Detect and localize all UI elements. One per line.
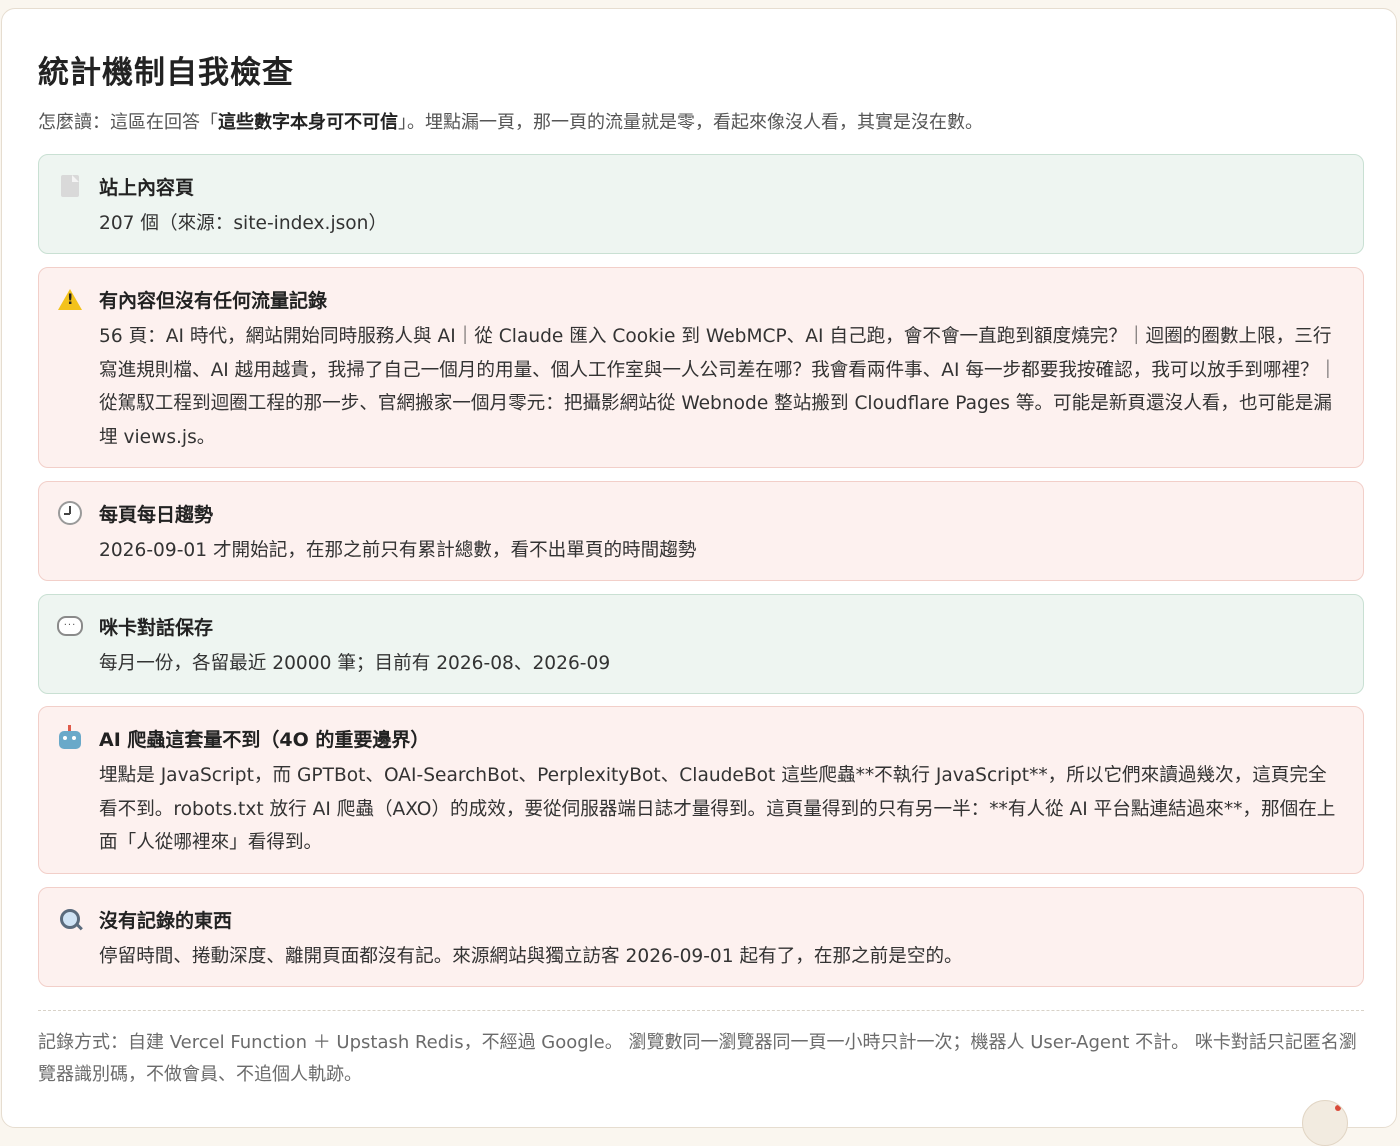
card-heading: 有內容但沒有任何流量記錄 (99, 290, 328, 312)
self-check-panel: 統計機制自我檢查 怎麼讀：這區在回答「這些數字本身可不可信」。埋點漏一頁，那一頁… (1, 8, 1397, 1128)
check-card-daily-trend: 每頁每日趨勢 2026-09-01 才開始記，在那之前只有累計總數，看不出單頁的… (38, 481, 1364, 581)
card-body: 56 頁：AI 時代，網站開始同時服務人與 AI｜從 Claude 匯入 Coo… (99, 326, 1338, 448)
chat-assistant-avatar[interactable] (1302, 1100, 1348, 1146)
intro-suffix: 」。埋點漏一頁，那一頁的流量就是零，看起來像沒人看，其實是沒在數。 (398, 112, 983, 133)
check-card-no-traffic: 有內容但沒有任何流量記錄 56 頁：AI 時代，網站開始同時服務人與 AI｜從 … (38, 267, 1364, 468)
check-card-not-recorded: 沒有記錄的東西 停留時間、捲動深度、離開頁面都沒有記。來源網站與獨立訪客 202… (38, 887, 1364, 987)
speech-bubble-icon: ··· (57, 613, 83, 639)
warning-icon (57, 286, 83, 312)
check-card-chat-storage: ··· 咪卡對話保存 每月一份，各留最近 20000 筆；目前有 2026-08… (38, 594, 1364, 694)
card-body: 207 個（來源：site-index.json） (99, 213, 388, 234)
notification-dot-icon (1335, 1105, 1341, 1111)
card-heading: 每頁每日趨勢 (99, 504, 214, 526)
check-card-content-pages: 站上內容頁 207 個（來源：site-index.json） (38, 154, 1364, 254)
card-body: 2026-09-01 才開始記，在那之前只有累計總數，看不出單頁的時間趨勢 (99, 540, 697, 561)
magnifier-icon (57, 906, 83, 932)
card-body: 每月一份，各留最近 20000 筆；目前有 2026-08、2026-09 (99, 653, 611, 674)
section-divider (38, 1010, 1364, 1011)
card-heading: 站上內容頁 (99, 177, 195, 199)
robot-icon (57, 725, 83, 751)
card-body: 埋點是 JavaScript，而 GPTBot、OAI-SearchBot、Pe… (99, 765, 1336, 853)
footer-note: 記錄方式：自建 Vercel Function ＋ Upstash Redis，… (38, 1032, 1357, 1085)
card-body: 停留時間、捲動深度、離開頁面都沒有記。來源網站與獨立訪客 2026-09-01 … (99, 946, 963, 967)
page-title: 統計機制自我檢查 (38, 55, 294, 91)
card-heading: 沒有記錄的東西 (99, 910, 233, 932)
clock-icon (57, 500, 83, 526)
intro-prefix: 怎麼讀：這區在回答「 (38, 112, 218, 133)
document-icon (57, 173, 83, 199)
check-card-ai-crawlers: AI 爬蟲這套量不到（4O 的重要邊界） 埋點是 JavaScript，而 GP… (38, 706, 1364, 874)
intro-emphasis: 這些數字本身可不可信 (218, 112, 398, 133)
card-heading: AI 爬蟲這套量不到（4O 的重要邊界） (99, 729, 430, 751)
intro-text: 怎麼讀：這區在回答「這些數字本身可不可信」。埋點漏一頁，那一頁的流量就是零，看起… (38, 108, 983, 134)
card-heading: 咪卡對話保存 (99, 617, 214, 639)
